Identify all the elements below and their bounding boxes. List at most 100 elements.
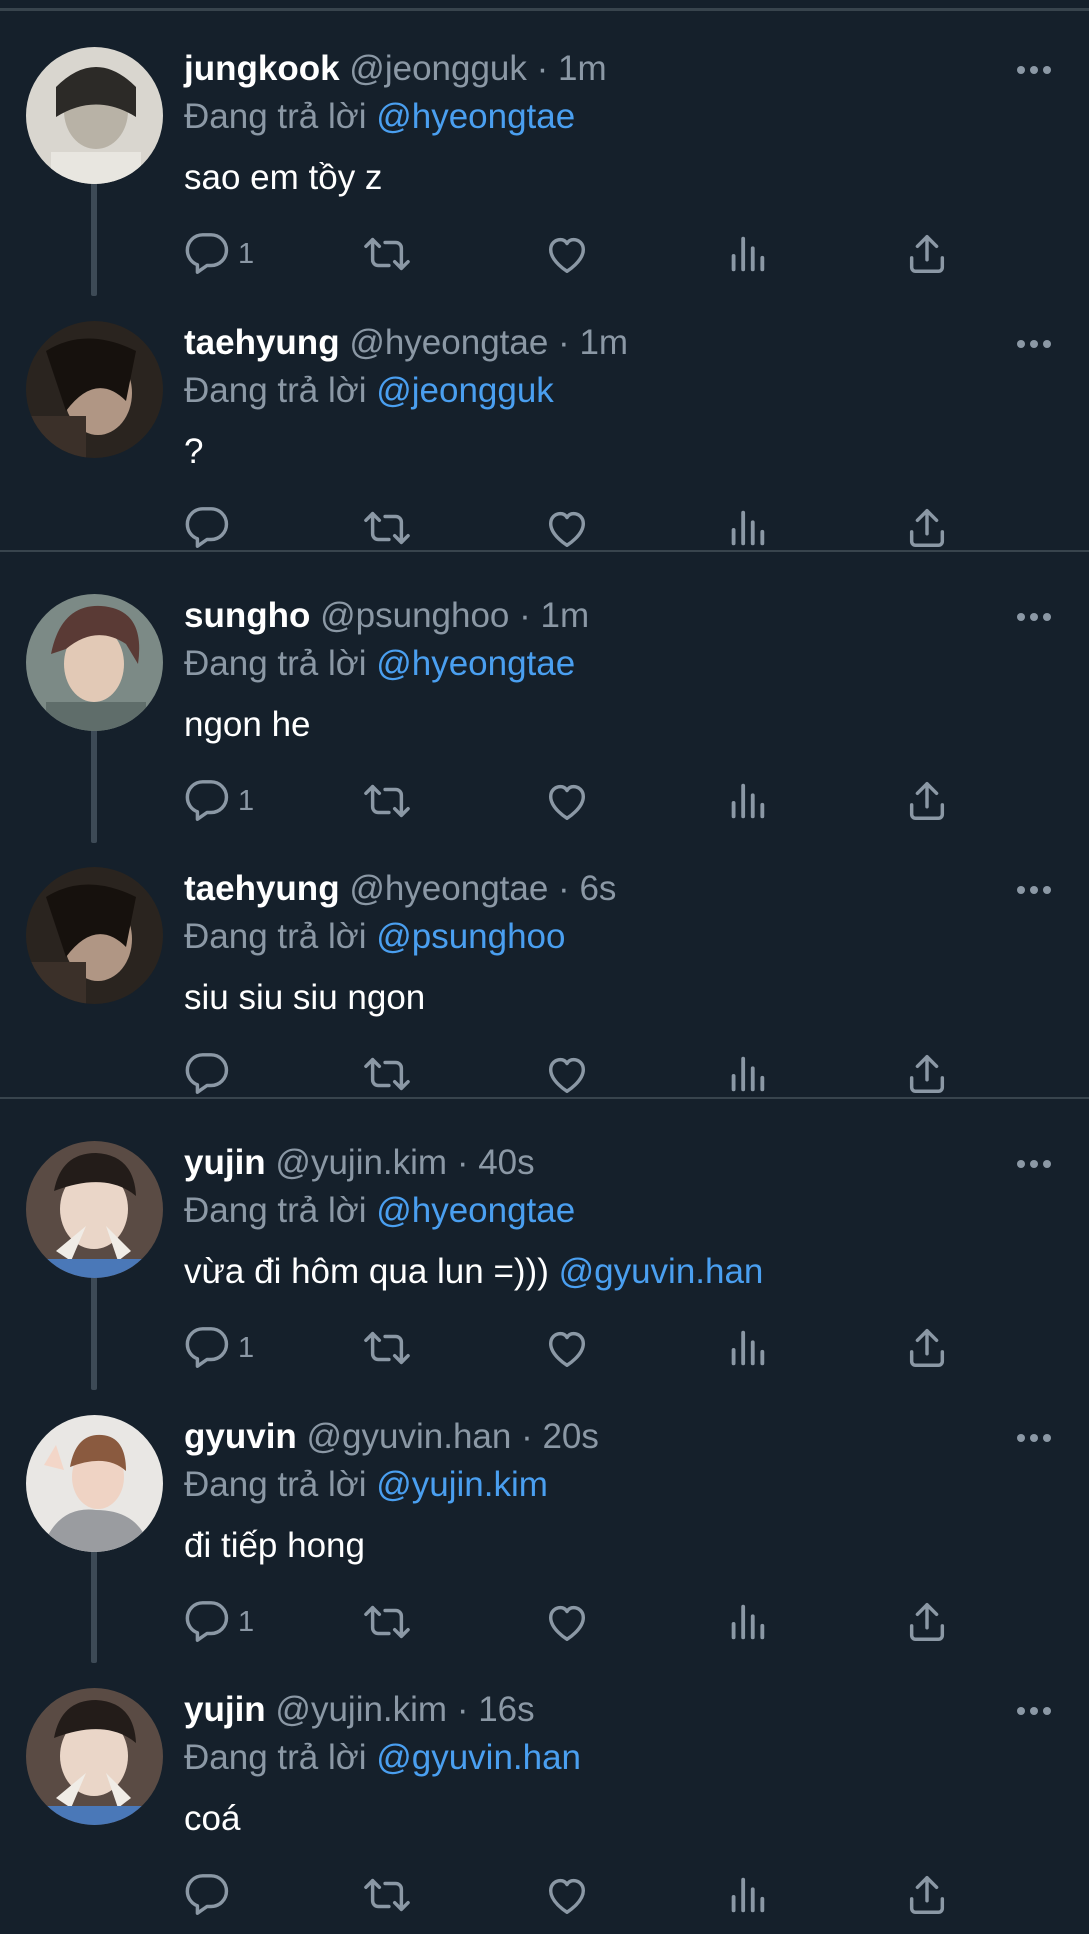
reply-mention[interactable]: @hyeongtae xyxy=(376,1191,575,1230)
display-name[interactable]: taehyung xyxy=(184,323,340,362)
reply-prefix: Đang trả lời xyxy=(184,917,367,956)
share-button[interactable] xyxy=(904,1046,950,1102)
display-name[interactable]: sungho xyxy=(184,596,310,635)
share-button[interactable] xyxy=(904,1320,950,1376)
tweet[interactable]: taehyung @hyeongtae · 6s Đang trả lời @p… xyxy=(0,840,1089,1113)
views-button[interactable] xyxy=(724,1046,770,1102)
user-handle[interactable]: @yujin.kim xyxy=(275,1690,447,1729)
display-name[interactable]: gyuvin xyxy=(184,1417,297,1456)
views-icon xyxy=(731,1056,765,1092)
retweet-button[interactable] xyxy=(364,1046,410,1102)
reply-icon xyxy=(185,1601,229,1642)
views-button[interactable] xyxy=(724,773,770,829)
tweet-text: vừa đi hôm qua lun =))) @gyuvin.han xyxy=(184,1242,763,1302)
timestamp[interactable]: 1m xyxy=(558,49,607,88)
more-options-button[interactable] xyxy=(1014,875,1054,905)
avatar[interactable] xyxy=(26,1415,163,1552)
retweet-button[interactable] xyxy=(364,773,410,829)
avatar[interactable] xyxy=(26,47,163,184)
share-button[interactable] xyxy=(904,500,950,556)
more-options-button[interactable] xyxy=(1014,329,1054,359)
user-handle[interactable]: @psunghoo xyxy=(320,596,509,635)
retweet-button[interactable] xyxy=(364,1594,410,1650)
like-button[interactable] xyxy=(544,1046,590,1102)
more-icon xyxy=(1017,1707,1051,1715)
reply-count: 1 xyxy=(238,1605,255,1638)
avatar[interactable] xyxy=(26,867,163,1004)
like-button[interactable] xyxy=(544,226,590,282)
tweet[interactable]: taehyung @hyeongtae · 1m Đang trả lời @j… xyxy=(0,294,1089,567)
tweet[interactable]: yujin @yujin.kim · 16s Đang trả lời @gyu… xyxy=(0,1661,1089,1934)
tweet[interactable]: jungkook @jeongguk · 1m Đang trả lời @hy… xyxy=(0,20,1089,293)
user-handle[interactable]: @hyeongtae xyxy=(349,869,548,908)
share-button[interactable] xyxy=(904,1594,950,1650)
user-handle[interactable]: @jeongguk xyxy=(349,49,527,88)
reply-button[interactable]: 1 xyxy=(184,773,254,829)
share-button[interactable] xyxy=(904,226,950,282)
retweet-button[interactable] xyxy=(364,1320,410,1376)
views-button[interactable] xyxy=(724,500,770,556)
reply-mention[interactable]: @hyeongtae xyxy=(376,644,575,683)
like-button[interactable] xyxy=(544,1594,590,1650)
tweet-text: siu siu siu ngon xyxy=(184,968,425,1028)
reply-mention[interactable]: @jeongguk xyxy=(376,371,554,410)
like-button[interactable] xyxy=(544,773,590,829)
more-options-button[interactable] xyxy=(1014,1696,1054,1726)
like-button[interactable] xyxy=(544,500,590,556)
reply-button[interactable]: 1 xyxy=(184,1320,254,1376)
avatar[interactable] xyxy=(26,594,163,731)
more-options-button[interactable] xyxy=(1014,1423,1054,1453)
reply-mention[interactable]: @hyeongtae xyxy=(376,97,575,136)
views-button[interactable] xyxy=(724,1594,770,1650)
tweet[interactable]: gyuvin @gyuvin.han · 20s Đang trả lời @y… xyxy=(0,1388,1089,1661)
user-handle[interactable]: @gyuvin.han xyxy=(307,1417,512,1456)
views-button[interactable] xyxy=(724,1867,770,1923)
reply-button[interactable] xyxy=(184,500,238,556)
views-icon xyxy=(731,1330,765,1366)
avatar[interactable] xyxy=(26,321,163,458)
user-handle[interactable]: @yujin.kim xyxy=(275,1143,447,1182)
tweet-header: yujin @yujin.kim · 40s xyxy=(184,1136,535,1190)
reply-button[interactable] xyxy=(184,1046,238,1102)
retweet-button[interactable] xyxy=(364,226,410,282)
user-handle[interactable]: @hyeongtae xyxy=(349,323,548,362)
timestamp[interactable]: 20s xyxy=(542,1417,598,1456)
reply-icon xyxy=(185,1053,229,1094)
display-name[interactable]: taehyung xyxy=(184,869,340,908)
display-name[interactable]: yujin xyxy=(184,1143,266,1182)
avatar[interactable] xyxy=(26,1688,163,1825)
retweet-button[interactable] xyxy=(364,1867,410,1923)
reply-prefix: Đang trả lời xyxy=(184,1191,367,1230)
share-icon xyxy=(909,1329,945,1367)
timestamp[interactable]: 6s xyxy=(579,869,616,908)
reply-button[interactable]: 1 xyxy=(184,226,254,282)
display-name[interactable]: jungkook xyxy=(184,49,340,88)
like-icon xyxy=(548,784,586,820)
reply-mention[interactable]: @gyuvin.han xyxy=(376,1738,581,1777)
separator-dot: · xyxy=(509,596,541,635)
avatar[interactable] xyxy=(26,1141,163,1278)
more-options-button[interactable] xyxy=(1014,55,1054,85)
timestamp[interactable]: 1m xyxy=(579,323,628,362)
like-button[interactable] xyxy=(544,1320,590,1376)
reply-mention[interactable]: @psunghoo xyxy=(376,917,565,956)
more-options-button[interactable] xyxy=(1014,1149,1054,1179)
reply-mention[interactable]: @yujin.kim xyxy=(376,1465,548,1504)
like-button[interactable] xyxy=(544,1867,590,1923)
share-button[interactable] xyxy=(904,773,950,829)
views-button[interactable] xyxy=(724,226,770,282)
tweet[interactable]: yujin @yujin.kim · 40s Đang trả lời @hye… xyxy=(0,1114,1089,1387)
views-button[interactable] xyxy=(724,1320,770,1376)
retweet-button[interactable] xyxy=(364,500,410,556)
timestamp[interactable]: 40s xyxy=(478,1143,534,1182)
reply-button[interactable]: 1 xyxy=(184,1594,254,1650)
tweet[interactable]: sungho @psunghoo · 1m Đang trả lời @hyeo… xyxy=(0,567,1089,840)
timestamp[interactable]: 16s xyxy=(478,1690,534,1729)
timestamp[interactable]: 1m xyxy=(541,596,590,635)
reply-button[interactable] xyxy=(184,1867,238,1923)
share-button[interactable] xyxy=(904,1867,950,1923)
more-options-button[interactable] xyxy=(1014,602,1054,632)
display-name[interactable]: yujin xyxy=(184,1690,266,1729)
tweet-header: taehyung @hyeongtae · 6s xyxy=(184,862,616,916)
text-mention[interactable]: @gyuvin.han xyxy=(559,1252,764,1291)
